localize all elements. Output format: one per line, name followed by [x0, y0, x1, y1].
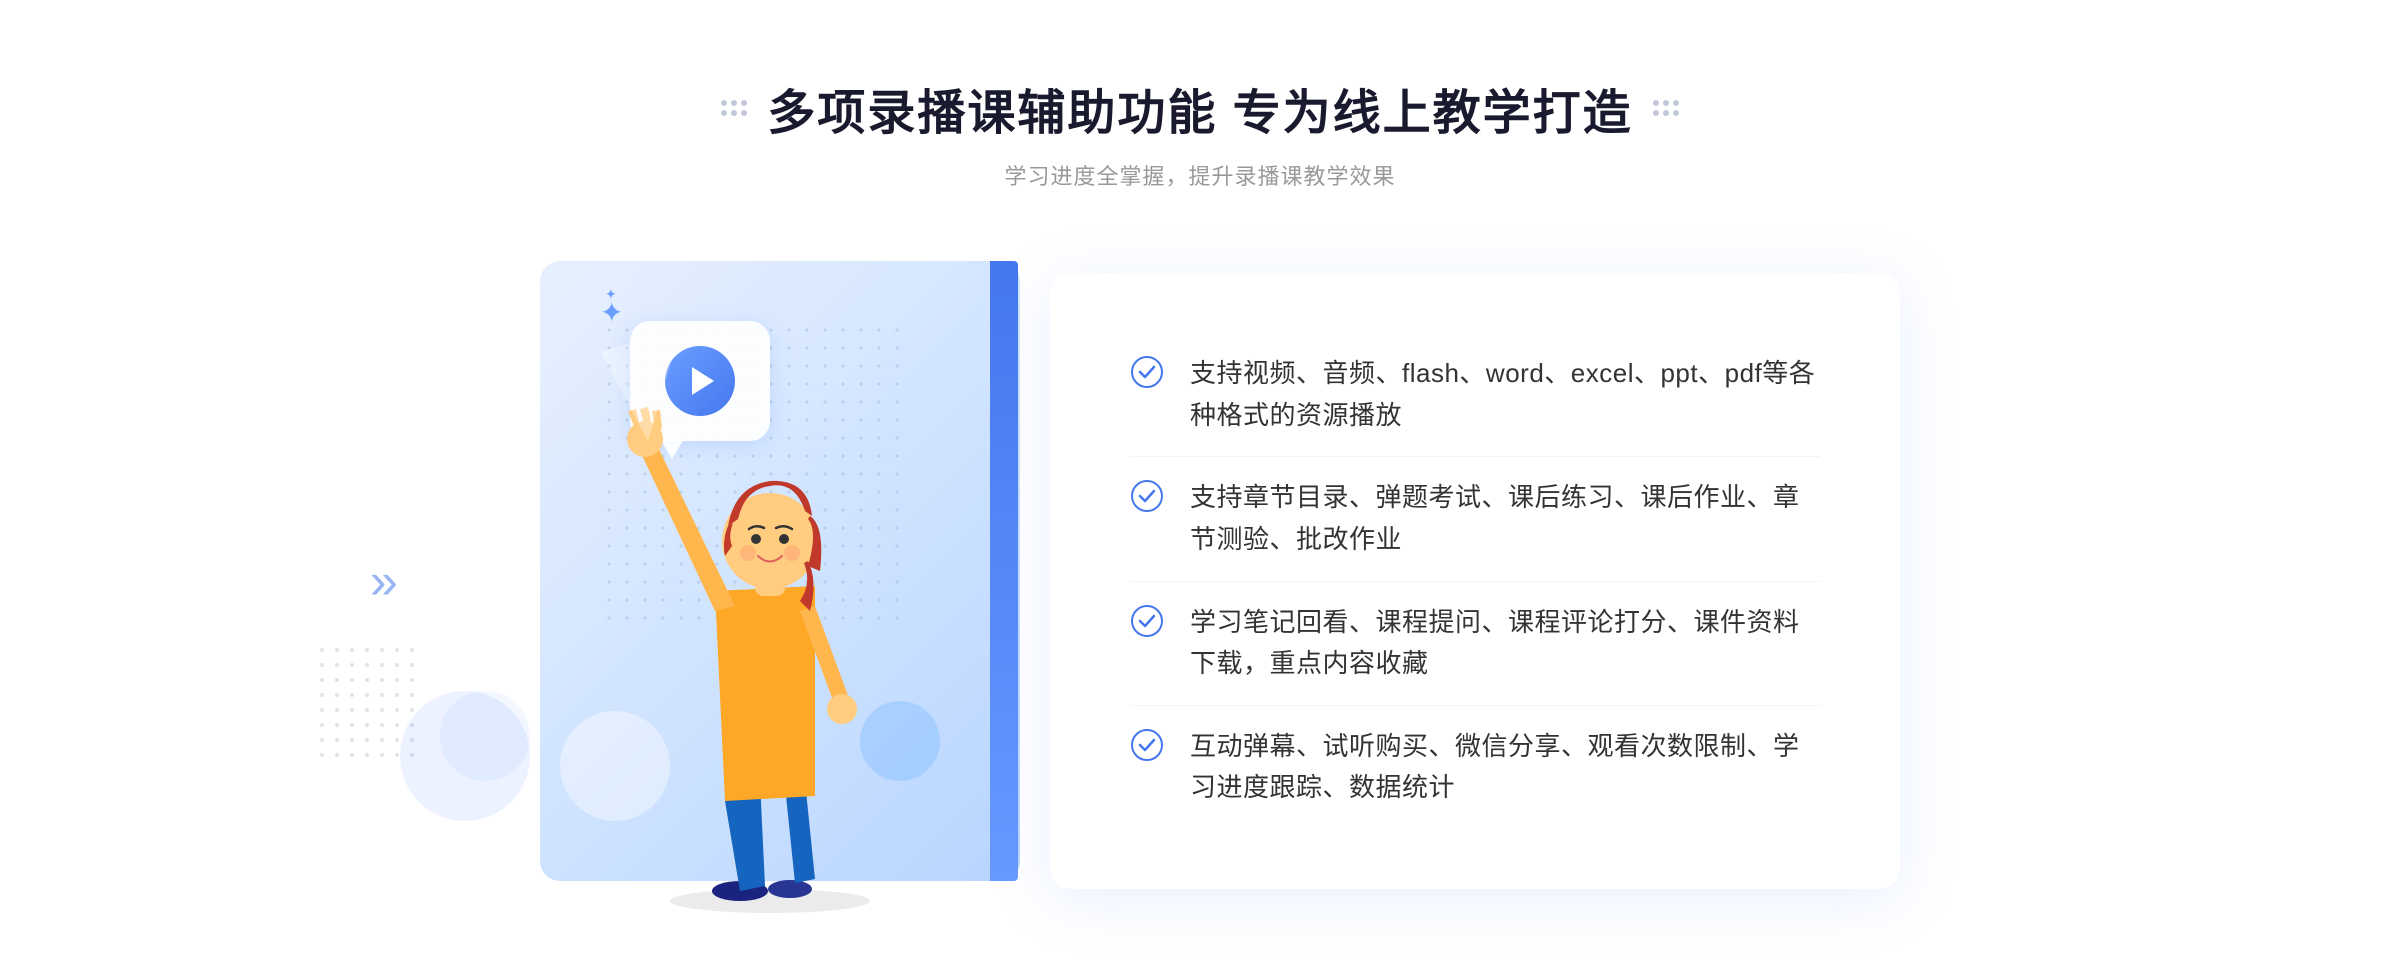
feature-item-4: 互动弹幕、试听购买、微信分享、观看次数限制、学习进度跟踪、数据统计: [1130, 706, 1820, 829]
title-row: 多项录播课辅助功能 专为线上教学打造: [721, 73, 1678, 143]
check-icon-3: [1130, 604, 1166, 640]
features-panel: 支持视频、音频、flash、word、excel、ppt、pdf等各种格式的资源…: [1050, 273, 1900, 889]
check-icon-1: [1130, 355, 1166, 391]
figure-illustration: [540, 271, 1000, 921]
feature-text-2: 支持章节目录、弹题考试、课后练习、课后作业、章节测验、批改作业: [1190, 477, 1820, 560]
feature-text-1: 支持视频、音频、flash、word、excel、ppt、pdf等各种格式的资源…: [1190, 353, 1820, 436]
blue-stripe-accent: [990, 261, 1018, 881]
page-title: 多项录播课辅助功能 专为线上教学打造: [767, 73, 1632, 143]
page-subtitle: 学习进度全掌握，提升录播课教学效果: [721, 159, 1678, 191]
feature-text-4: 互动弹幕、试听购买、微信分享、观看次数限制、学习进度跟踪、数据统计: [1190, 726, 1820, 809]
check-icon-4: [1130, 728, 1166, 764]
illustration-container: ✦ ✦: [500, 241, 1060, 921]
page-wrapper: 多项录播课辅助功能 专为线上教学打造 学习进度全掌握，提升录播课教学效果: [0, 13, 2400, 961]
check-icon-2: [1130, 479, 1166, 515]
content-section: » ✦ ✦: [500, 241, 1900, 921]
feature-text-3: 学习笔记回看、课程提问、课程评论打分、课件资料下载，重点内容收藏: [1190, 602, 1820, 685]
decorative-dots-left: [721, 100, 747, 116]
header-section: 多项录播课辅助功能 专为线上教学打造 学习进度全掌握，提升录播课教学效果: [721, 73, 1678, 191]
feature-item-1: 支持视频、音频、flash、word、excel、ppt、pdf等各种格式的资源…: [1130, 333, 1820, 457]
feature-item-3: 学习笔记回看、课程提问、课程评论打分、课件资料下载，重点内容收藏: [1130, 582, 1820, 706]
chevron-left-decoration: »: [370, 552, 398, 610]
decorative-dots-right: [1653, 100, 1679, 116]
feature-item-2: 支持章节目录、弹题考试、课后练习、课后作业、章节测验、批改作业: [1130, 457, 1820, 581]
